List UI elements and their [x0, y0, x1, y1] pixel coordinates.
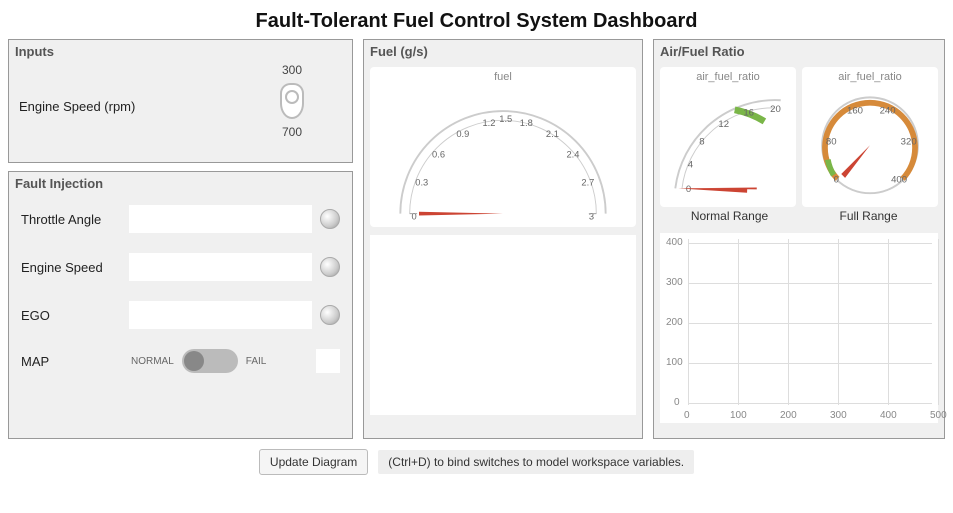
switch-label-right: FAIL	[246, 356, 267, 367]
air-fuel-panel-title: Air/Fuel Ratio	[654, 40, 944, 63]
fault-label: MAP	[21, 354, 121, 369]
column-middle: Fuel (g/s) fuel 0 0.3 0.6 0.9 1.2 1.5 1.	[363, 39, 643, 439]
air-fuel-sublabels: Normal Range Full Range	[654, 207, 944, 229]
svg-text:0: 0	[686, 184, 691, 195]
svg-text:0.3: 0.3	[415, 178, 428, 188]
fault-label: Throttle Angle	[21, 212, 121, 227]
page-title: Fault-Tolerant Fuel Control System Dashb…	[0, 0, 953, 39]
svg-text:0.6: 0.6	[432, 150, 445, 160]
fault-injection-panel: Fault Injection Throttle Angle Engine Sp…	[8, 171, 353, 439]
gauge-caption: air_fuel_ratio	[660, 67, 796, 83]
throttle-lamp-icon	[320, 209, 340, 229]
switch-label-left: NORMAL	[131, 356, 174, 367]
fuel-gauge: fuel 0 0.3 0.6 0.9 1.2 1.5 1.8 2.1 2.4	[370, 67, 636, 227]
svg-text:16: 16	[743, 108, 754, 119]
gauge-full-range: air_fuel_ratio 0 80 160 240 320 400	[802, 67, 938, 207]
engine-speed-lamp-icon	[320, 257, 340, 277]
full-gauge-svg: 0 80 160 240 320 400	[802, 83, 938, 198]
fault-label: EGO	[21, 308, 121, 323]
svg-text:20: 20	[770, 104, 781, 115]
footer: Update Diagram (Ctrl+D) to bind switches…	[0, 439, 953, 475]
slider-knob-icon[interactable]	[280, 83, 304, 119]
fault-label: Engine Speed	[21, 260, 121, 275]
y-tick: 400	[666, 237, 683, 248]
svg-text:2.7: 2.7	[581, 178, 594, 188]
column-left: Inputs Engine Speed (rpm) 300 700 Fault …	[8, 39, 353, 439]
svg-text:80: 80	[826, 136, 837, 147]
svg-text:400: 400	[891, 175, 907, 186]
ego-input[interactable]	[129, 301, 312, 329]
x-tick: 200	[780, 410, 797, 421]
svg-text:8: 8	[699, 136, 704, 147]
normal-gauge-svg: 0 4 8 12 16 20	[660, 83, 796, 198]
fuel-plot-placeholder	[370, 235, 636, 415]
air-fuel-panel: Air/Fuel Ratio air_fuel_ratio 0 4 8 12 1…	[653, 39, 945, 439]
svg-text:320: 320	[901, 136, 917, 147]
fault-row-ego: EGO	[9, 291, 352, 339]
svg-text:0.9: 0.9	[456, 129, 469, 139]
inputs-panel-title: Inputs	[9, 40, 352, 63]
engine-speed-label: Engine Speed (rpm)	[19, 63, 242, 139]
svg-text:1.2: 1.2	[482, 118, 495, 128]
gauge-normal-range: air_fuel_ratio 0 4 8 12 16 20	[660, 67, 796, 207]
y-tick: 300	[666, 277, 683, 288]
map-lamp-placeholder	[316, 349, 340, 373]
svg-text:1.8: 1.8	[520, 118, 533, 128]
svg-text:240: 240	[880, 106, 896, 117]
engine-speed-input[interactable]	[129, 253, 312, 281]
x-tick: 400	[880, 410, 897, 421]
svg-text:4: 4	[688, 159, 694, 170]
throttle-angle-input[interactable]	[129, 205, 312, 233]
svg-text:3: 3	[589, 211, 594, 221]
update-diagram-button[interactable]: Update Diagram	[259, 449, 368, 475]
fuel-needle-icon	[419, 212, 503, 216]
svg-text:1.5: 1.5	[499, 114, 512, 124]
air-fuel-plot: 400 300 200 100 0 0 100 200 300 400 500	[660, 233, 938, 423]
y-tick: 200	[666, 317, 683, 328]
ego-lamp-icon	[320, 305, 340, 325]
footer-hint: (Ctrl+D) to bind switches to model works…	[378, 450, 694, 474]
air-fuel-gauges: air_fuel_ratio 0 4 8 12 16 20	[654, 63, 944, 207]
fuel-gauge-svg: 0 0.3 0.6 0.9 1.2 1.5 1.8 2.1 2.4 2.7 3	[370, 83, 636, 223]
column-right: Air/Fuel Ratio air_fuel_ratio 0 4 8 12 1…	[653, 39, 945, 439]
svg-text:12: 12	[718, 119, 729, 130]
x-tick: 100	[730, 410, 747, 421]
engine-speed-slider[interactable]: 300 700	[242, 63, 342, 139]
main-layout: Inputs Engine Speed (rpm) 300 700 Fault …	[0, 39, 953, 439]
gauge-caption: air_fuel_ratio	[802, 67, 938, 83]
x-tick: 300	[830, 410, 847, 421]
slider-value-bottom: 700	[242, 125, 342, 139]
fuel-gauge-caption: fuel	[370, 67, 636, 83]
svg-text:0: 0	[412, 211, 417, 221]
fuel-gauge-area: fuel 0 0.3 0.6 0.9 1.2 1.5 1.8 2.1 2.4	[364, 63, 642, 421]
full-needle-icon	[841, 145, 870, 178]
slider-value-top: 300	[242, 63, 342, 77]
x-tick: 500	[930, 410, 947, 421]
map-switch[interactable]	[182, 349, 238, 373]
fuel-panel: Fuel (g/s) fuel 0 0.3 0.6 0.9 1.2 1.5 1.	[363, 39, 643, 439]
y-tick: 0	[674, 397, 680, 408]
svg-text:160: 160	[847, 106, 863, 117]
fault-row-engine-speed: Engine Speed	[9, 243, 352, 291]
inputs-body: Engine Speed (rpm) 300 700	[9, 63, 352, 147]
fault-panel-title: Fault Injection	[9, 172, 352, 195]
fault-row-map: MAP NORMAL FAIL	[9, 339, 352, 387]
y-tick: 100	[666, 357, 683, 368]
switch-thumb-icon	[184, 351, 204, 371]
svg-text:2.4: 2.4	[566, 150, 579, 160]
map-switch-wrap: NORMAL FAIL	[131, 349, 306, 373]
x-tick: 0	[684, 410, 690, 421]
svg-text:0: 0	[834, 175, 839, 186]
full-range-label: Full Range	[799, 209, 938, 223]
fuel-panel-title: Fuel (g/s)	[364, 40, 642, 63]
normal-range-label: Normal Range	[660, 209, 799, 223]
fault-row-throttle: Throttle Angle	[9, 195, 352, 243]
inputs-panel: Inputs Engine Speed (rpm) 300 700	[8, 39, 353, 163]
svg-text:2.1: 2.1	[546, 129, 559, 139]
